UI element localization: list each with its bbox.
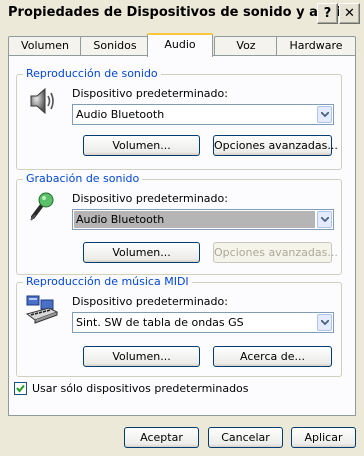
chevron-down-icon	[317, 211, 332, 228]
midi-about-button[interactable]: Acerca de...	[213, 346, 332, 367]
apply-button[interactable]: Aplicar	[291, 427, 356, 448]
midi-group-title: Reproducción de música MIDI	[23, 275, 192, 288]
tab-voz[interactable]: Voz	[214, 36, 278, 55]
playback-volume-button[interactable]: Volumen...	[83, 135, 200, 156]
tab-sonidos[interactable]: Sonidos	[80, 36, 150, 55]
playback-group-title: Reproducción de sonido	[23, 67, 161, 80]
recording-advanced-button[interactable]: Opciones avanzadas...	[213, 242, 338, 263]
playback-device-value: Audio Bluetooth	[76, 108, 165, 121]
recording-group-title: Grabación de sonido	[23, 172, 143, 185]
midi-group: Reproducción de música MIDI Dispositivo …	[16, 275, 342, 377]
midi-volume-button[interactable]: Volumen...	[83, 346, 200, 367]
midi-device-label: Dispositivo predeterminado:	[72, 295, 228, 308]
default-only-checkbox[interactable]	[14, 382, 27, 395]
chevron-down-icon	[317, 106, 332, 123]
playback-device-label: Dispositivo predeterminado:	[72, 87, 228, 100]
midi-keyboard-icon	[25, 295, 59, 324]
speaker-icon	[30, 87, 54, 115]
ok-button[interactable]: Aceptar	[124, 427, 199, 448]
playback-device-select[interactable]: Audio Bluetooth	[72, 104, 334, 125]
microphone-icon	[30, 192, 54, 221]
chevron-down-icon	[317, 314, 332, 331]
recording-group: Grabación de sonido Dispositivo predeter…	[16, 172, 342, 275]
tab-audio[interactable]: Audio	[147, 33, 213, 57]
tab-volumen[interactable]: Volumen	[8, 36, 82, 55]
window-title: Propiedades de Dispositivos de sonido y …	[8, 5, 350, 20]
recording-device-select[interactable]: Audio Bluetooth	[72, 209, 334, 230]
title-bar: Propiedades de Dispositivos de sonido y …	[0, 0, 364, 28]
recording-device-label: Dispositivo predeterminado:	[72, 192, 228, 205]
checkmark-icon	[16, 384, 25, 393]
default-only-label[interactable]: Usar sólo dispositivos predeterminados	[32, 382, 249, 395]
midi-device-select[interactable]: Sint. SW de tabla de ondas GS	[72, 312, 334, 333]
audio-tab-panel: Reproducción de sonido Dispositivo prede…	[8, 55, 356, 416]
close-button[interactable]: ✕	[339, 3, 360, 24]
recording-volume-button[interactable]: Volumen...	[83, 242, 200, 263]
help-button[interactable]: ?	[317, 3, 338, 24]
cancel-button[interactable]: Cancelar	[208, 427, 283, 448]
tab-hardware[interactable]: Hardware	[276, 36, 356, 55]
playback-advanced-button[interactable]: Opciones avanzadas...	[213, 135, 338, 156]
playback-group: Reproducción de sonido Dispositivo prede…	[16, 67, 342, 170]
tab-strip: Volumen Sonidos Audio Voz Hardware	[8, 33, 356, 57]
midi-device-value: Sint. SW de tabla de ondas GS	[76, 316, 244, 329]
recording-device-value: Audio Bluetooth	[74, 211, 315, 228]
